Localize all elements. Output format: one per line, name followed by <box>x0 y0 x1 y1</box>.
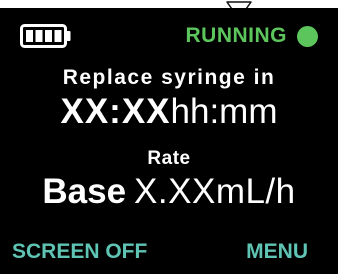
pump-display: RUNNING Replace syringe in XX:XXhh:mm Ra… <box>0 8 338 274</box>
countdown-value: XX:XX <box>60 92 171 131</box>
countdown-unit: hh:mm <box>170 92 278 131</box>
syringe-heading: Replace syringe in <box>62 66 276 89</box>
rate-unit: mL/h <box>215 172 296 211</box>
rate-value: X.XX <box>134 172 216 211</box>
syringe-countdown: XX:XXhh:mm <box>0 91 338 133</box>
rate-readout: Base X.XXmL/h <box>0 171 338 213</box>
screen-off-button[interactable]: SCREEN OFF <box>12 240 147 264</box>
status-label: RUNNING <box>185 24 287 47</box>
menu-button[interactable]: MENU <box>246 240 308 264</box>
rate-heading: Rate <box>147 148 191 169</box>
run-status: RUNNING <box>185 21 318 51</box>
rate-mode: Base <box>42 172 127 211</box>
battery-full-icon <box>20 24 71 48</box>
status-indicator-icon <box>297 25 318 47</box>
